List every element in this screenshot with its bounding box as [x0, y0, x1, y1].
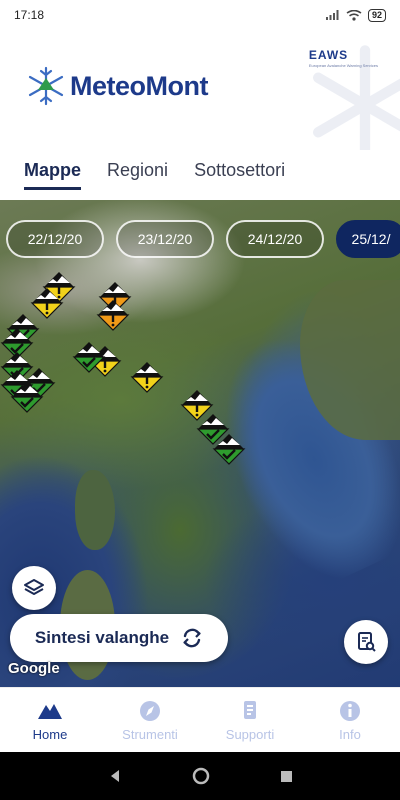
top-tabs: Mappe Regioni Sottosettori — [0, 150, 400, 200]
layers-button[interactable] — [12, 566, 56, 610]
status-icons: 92 — [325, 8, 386, 22]
tab-mappe[interactable]: Mappe — [24, 150, 82, 190]
app-logo: MeteoMont — [24, 64, 208, 108]
document-icon — [244, 700, 256, 719]
danger-level-1-icon[interactable] — [72, 340, 106, 374]
nav-strumenti[interactable]: Strumenti — [100, 688, 200, 752]
back-icon[interactable] — [108, 769, 122, 783]
signal-icon — [325, 10, 339, 20]
tab-sottosettori[interactable]: Sottosettori — [194, 150, 285, 187]
date-pill[interactable]: 22/12/20 — [6, 220, 104, 258]
eaws-label: EAWS — [308, 48, 349, 62]
danger-level-1-icon[interactable] — [10, 380, 44, 414]
satellite-map[interactable]: 22/12/20 23/12/20 24/12/20 25/12/ Sintes… — [0, 200, 400, 687]
tab-regioni[interactable]: Regioni — [107, 150, 168, 187]
nav-home-label: Home — [32, 726, 68, 742]
sintesi-label: Sintesi valanghe — [34, 628, 170, 647]
bottom-navigation: Home Strumenti Supporti Info — [0, 687, 400, 752]
map-attribution: Google — [8, 660, 60, 677]
status-time: 17:18 — [14, 8, 45, 22]
date-pill[interactable]: 24/12/20 — [226, 220, 324, 258]
nav-info-label: Info — [339, 726, 361, 742]
nav-supporti-label: Supporti — [225, 726, 275, 742]
app-header: MeteoMont EAWS European Avalanche Warnin… — [0, 30, 400, 150]
date-selector: 22/12/20 23/12/20 24/12/20 25/12/ — [6, 220, 400, 258]
layers-icon — [24, 579, 44, 595]
danger-level-1-icon[interactable] — [212, 432, 246, 466]
document-search-button[interactable] — [344, 620, 388, 664]
nav-strumenti-label: Strumenti — [122, 726, 178, 742]
document-search-icon — [358, 632, 376, 652]
recents-icon[interactable] — [280, 770, 293, 783]
corsica-island — [75, 470, 115, 550]
eaws-logo: EAWS European Avalanche Warning Services — [309, 48, 378, 68]
info-icon — [340, 700, 360, 721]
mountain-icon — [38, 703, 62, 719]
nav-supporti[interactable]: Supporti — [200, 688, 300, 752]
app-name: MeteoMont — [70, 70, 208, 101]
danger-level-3-icon[interactable] — [96, 298, 130, 332]
refresh-icon — [183, 628, 201, 648]
home-circle-icon[interactable] — [192, 767, 210, 785]
meteomont-logo-icon — [28, 66, 64, 106]
system-navigation-bar — [0, 752, 400, 800]
date-pill[interactable]: 23/12/20 — [116, 220, 214, 258]
nav-home[interactable]: Home — [0, 688, 100, 752]
battery-icon: 92 — [367, 8, 386, 22]
wifi-icon — [346, 9, 362, 21]
sintesi-valanghe-button[interactable]: Sintesi valanghe — [10, 614, 228, 662]
date-pill-selected[interactable]: 25/12/ — [336, 220, 400, 258]
status-bar: 17:18 92 — [0, 0, 400, 30]
compass-icon — [140, 700, 160, 721]
danger-level-2-icon[interactable] — [130, 360, 164, 394]
nav-info[interactable]: Info — [300, 688, 400, 752]
eaws-sublabel: European Avalanche Warning Services — [308, 63, 378, 68]
